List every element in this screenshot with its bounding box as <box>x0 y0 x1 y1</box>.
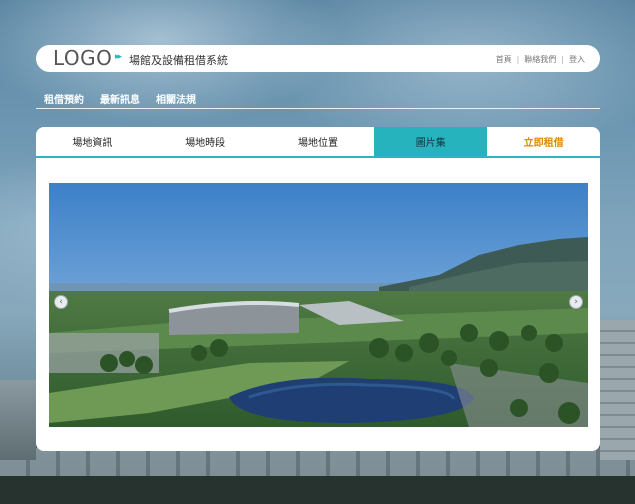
tab-venue-schedule[interactable]: 場地時段 <box>149 127 262 156</box>
home-link[interactable]: 首頁 <box>496 54 512 65</box>
nav-divider <box>36 108 600 109</box>
background-ground <box>0 476 635 504</box>
venue-panel: 場地資訊 場地時段 場地位置 圖片集 立即租借 ‹ › <box>36 127 600 451</box>
top-links: 首頁 | 聯絡我們 | 登入 <box>496 54 585 65</box>
background-building-left <box>0 380 36 460</box>
tab-venue-location[interactable]: 場地位置 <box>262 127 375 156</box>
tab-venue-info[interactable]: 場地資訊 <box>36 127 149 156</box>
tab-book-now[interactable]: 立即租借 <box>487 127 600 156</box>
login-link[interactable]: 登入 <box>569 54 585 65</box>
header-bar: LOGO ▸▸ 場館及設備租借系統 首頁 | 聯絡我們 | 登入 <box>36 45 600 72</box>
gallery-prev-button[interactable]: ‹ <box>54 295 68 309</box>
campus-aerial-image <box>49 183 588 427</box>
contact-link[interactable]: 聯絡我們 <box>524 54 556 65</box>
site-title: 場館及設備租借系統 <box>129 54 228 67</box>
gallery-photo: ‹ › <box>49 183 588 427</box>
logo[interactable]: LOGO <box>53 46 112 70</box>
tab-bar: 場地資訊 場地時段 場地位置 圖片集 立即租借 <box>36 127 600 158</box>
nav-item-news[interactable]: 最新訊息 <box>100 91 140 106</box>
background-building <box>0 448 635 478</box>
tab-gallery[interactable]: 圖片集 <box>374 127 488 156</box>
main-nav: 租借預約 最新訊息 相關法規 <box>44 91 196 106</box>
nav-item-booking[interactable]: 租借預約 <box>44 91 84 106</box>
gallery-next-button[interactable]: › <box>569 295 583 309</box>
nav-item-regulations[interactable]: 相關法規 <box>156 91 196 106</box>
background-building-right <box>600 320 635 460</box>
link-separator: | <box>561 55 564 64</box>
double-arrow-icon: ▸▸ <box>115 52 122 62</box>
link-separator: | <box>516 55 520 64</box>
